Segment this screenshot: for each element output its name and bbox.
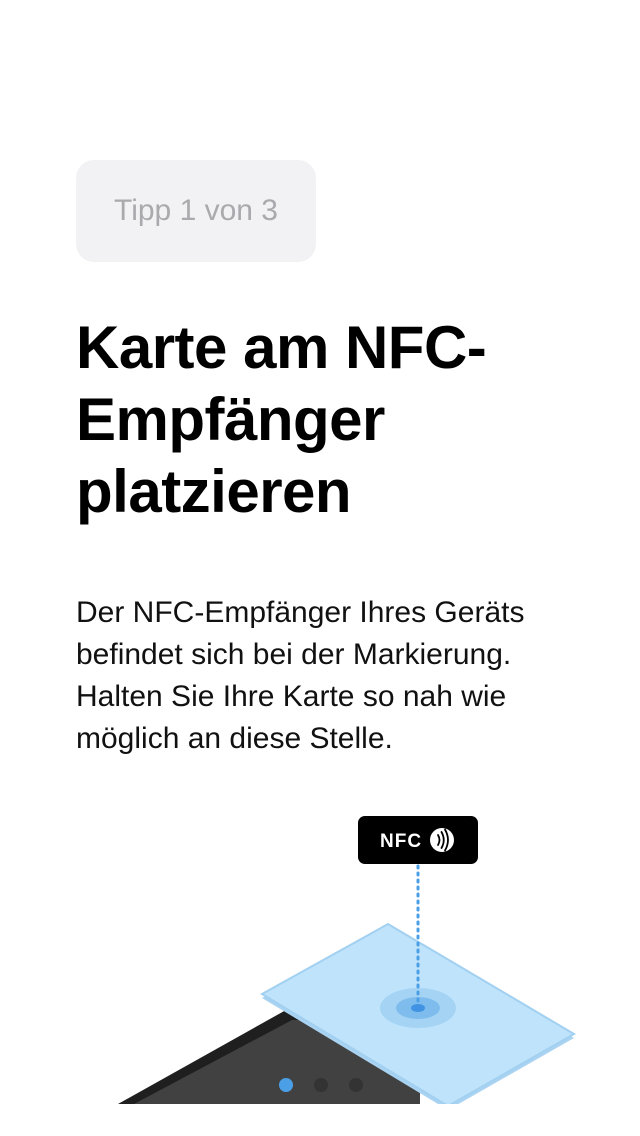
tip-counter-label: Tipp 1 von 3 [114,194,278,227]
nfc-tag: NFC [358,816,478,864]
nfc-tag-label: NFC [380,831,422,852]
title-line: platzieren [76,458,352,525]
description-line: möglich an diese Stelle. [76,722,393,755]
description-line: Der NFC-Empfänger Ihres Geräts [76,596,525,629]
description-text: Der NFC-Empfänger Ihres Geräts befindet … [76,592,616,760]
page-dot[interactable] [349,1078,363,1092]
title-line: Karte am NFC- [76,314,487,381]
nfc-illustration: NFC [118,816,576,1104]
page-title: Karte am NFC- Empfänger platzieren [76,312,596,528]
contactless-icon [430,828,454,852]
page-dot[interactable] [314,1078,328,1092]
description-line: Halten Sie Ihre Karte so nah wie [76,680,507,713]
description-line: befindet sich bei der Markierung. [76,638,512,671]
page-dot[interactable] [279,1078,293,1092]
title-line: Empfänger [76,386,385,453]
tip-counter-badge: Tipp 1 von 3 [76,160,316,262]
